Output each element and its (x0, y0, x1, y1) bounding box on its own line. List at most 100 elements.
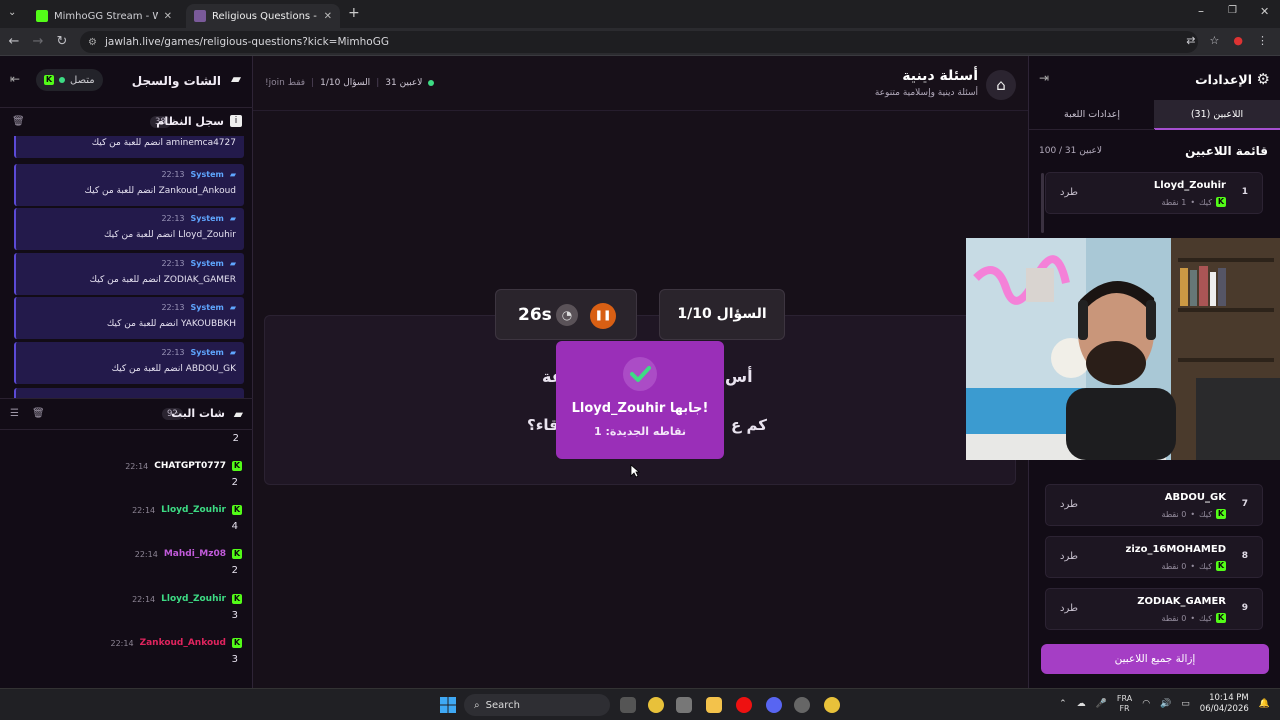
kick-player-button[interactable]: طرد (1060, 187, 1078, 198)
scrollbar[interactable] (1041, 173, 1044, 233)
game-main-area: ⌂ أسئلة دينية أسئلة دينية وإسلامية متنوع… (253, 56, 1028, 688)
tray-chevron-icon[interactable]: ⌃ (1059, 699, 1067, 709)
wifi-icon[interactable]: ◠ (1142, 699, 1150, 709)
tab-list-chevron-icon[interactable]: ⌄ (8, 7, 16, 18)
windows-taskbar: ⌕ Search ⌃ ☁ 🎤 FRA FR ◠ 🔊 ▭ 10:14 PM 06/… (0, 688, 1280, 720)
notification-bell-icon[interactable]: 🔔 (1259, 699, 1270, 709)
forward-icon[interactable]: → (30, 34, 46, 49)
chat-message: 22:14 Lloyd_Zouhir K 3 (10, 594, 242, 638)
taskbar-clock[interactable]: 10:14 PM 06/04/2026 (1200, 693, 1249, 715)
close-window-icon[interactable]: ✕ (1260, 5, 1269, 18)
mouse-cursor-icon (630, 464, 640, 478)
log-entry: 22:13 System ▰ Lloyd_Zouhir انضم للعبة من … (14, 208, 244, 250)
stream-chat-list[interactable]: 2 22:14 CHATGPT0777 K 2 22:14 Lloyd_Zouhir K… (0, 431, 253, 676)
kick-player-button[interactable]: طرد (1060, 603, 1078, 614)
clock-icon: ◔ (556, 304, 578, 326)
trash-icon[interactable]: 🗑 (32, 408, 45, 419)
tab-game[interactable]: Religious Questions - أسئلة دينية ✕ (186, 4, 340, 28)
chat-username[interactable]: Zankoud_Ankoud (140, 638, 226, 648)
taskbar-search[interactable]: ⌕ Search (464, 694, 610, 716)
chat-time: 22:14 (132, 594, 156, 604)
close-tab-icon[interactable]: ✕ (324, 11, 332, 22)
tab-game-settings[interactable]: إعدادات اللعبة (1029, 100, 1155, 130)
url-text: jawlah.live/games/religious-questions?ki… (104, 36, 390, 48)
kick-favicon-icon (36, 10, 48, 22)
stream-chat-title: شات البث (171, 407, 225, 420)
task-view-icon[interactable] (620, 697, 636, 713)
log-source: System (190, 303, 224, 312)
system-tray: ⌃ ☁ 🎤 FRA FR ◠ 🔊 ▭ 10:14 PM 06/04/2026 🔔 (1059, 693, 1270, 715)
filter-icon[interactable]: ☰ (10, 408, 19, 419)
player-list-count: 100 / 31 لاعبين (1039, 146, 1103, 156)
system-log-title[interactable]: سجل النظام (156, 115, 224, 128)
system-icon: ▰ (229, 170, 236, 179)
home-icon[interactable]: ⌂ (986, 70, 1016, 100)
kick-player-button[interactable]: طرد (1060, 551, 1078, 562)
kick-player-button[interactable]: طرد (1060, 499, 1078, 510)
player-points: 1 نقطة (1161, 197, 1187, 207)
extension-icon[interactable]: ● (1233, 34, 1243, 47)
mic-icon[interactable]: 🎤 (1096, 699, 1107, 709)
close-tab-icon[interactable]: ✕ (164, 11, 172, 22)
chat-log-panel: ⇤ K متصل الشات والسجل ▰ 🗑 38 سجل النظام … (0, 56, 253, 688)
clock-date: 06/04/2026 (1199, 704, 1249, 714)
bookmark-star-icon[interactable]: ☆ (1210, 34, 1220, 47)
back-icon[interactable]: ← (6, 34, 22, 49)
chat-username[interactable]: Lloyd_Zouhir (161, 594, 226, 604)
game-header: ⌂ أسئلة دينية أسئلة دينية وإسلامية متنوع… (253, 56, 1028, 111)
chat-bubble-icon: ▰ (233, 407, 243, 421)
timer-box: 26s ◔ ❚❚ (495, 289, 637, 340)
opera-icon[interactable] (736, 697, 752, 713)
collapse-panel-icon[interactable]: ⇥ (1039, 71, 1049, 85)
browser-tab-bar: ⌄ MimhoGG Stream - Watch Live ✕ Religiou… (0, 0, 1280, 28)
chat-username[interactable]: Lloyd_Zouhir (161, 505, 226, 515)
new-tab-button[interactable]: + (348, 5, 360, 21)
pause-button[interactable]: ❚❚ (590, 303, 616, 329)
battery-icon[interactable]: ▭ (1181, 699, 1190, 709)
volume-icon[interactable]: 🔊 (1160, 699, 1171, 709)
kick-icon: K (232, 638, 242, 648)
gear-icon: ⚙ (1256, 70, 1270, 88)
collapse-panel-icon[interactable]: ⇤ (10, 72, 20, 86)
chat-message-partial: 2 (232, 433, 239, 444)
reload-icon[interactable]: ↻ (54, 34, 70, 49)
tab-title: MimhoGG Stream - Watch Live (54, 10, 158, 22)
log-source: System (190, 214, 224, 223)
tab-stream[interactable]: MimhoGG Stream - Watch Live ✕ (28, 4, 180, 28)
join-hint: !join فقط (265, 78, 306, 88)
kick-icon: K (44, 75, 54, 85)
remove-all-players-button[interactable]: إزالة جميع اللاعبين (1041, 644, 1269, 674)
network-tray-icon[interactable]: ☁ (1077, 699, 1086, 709)
chrome-icon[interactable] (648, 697, 664, 713)
chrome-active-icon[interactable] (824, 697, 840, 713)
log-entry: 22:13 System ▰ ZODIAK_GAMER انضم للعبة من … (14, 253, 244, 295)
minimize-icon[interactable]: – (1198, 4, 1204, 18)
discord-icon[interactable] (766, 697, 782, 713)
trash-icon[interactable]: 🗑 (12, 116, 25, 127)
log-source: System (190, 170, 224, 179)
player-name: ZODIAK_GAMER (1137, 596, 1226, 607)
log-entry: 22:13 System ▰ YAKOUBBKH انضم للعبة من كيك (14, 297, 244, 339)
translate-icon[interactable]: ⇄ (1186, 34, 1195, 47)
question-text-end: كم ع (731, 416, 767, 434)
chat-text: 3 (231, 610, 238, 621)
language-indicator[interactable]: FRA FR (1117, 694, 1132, 714)
settings-app-icon[interactable] (794, 697, 810, 713)
url-field[interactable]: ⚙ jawlah.live/games/religious-questions?… (80, 31, 1198, 53)
log-message: Lloyd_Zouhir انضم للعبة من كيك (104, 230, 236, 240)
site-info-icon[interactable]: ⚙ (88, 37, 97, 48)
players-status: 31 لاعبين (385, 78, 423, 88)
system-log-list[interactable]: aminemca4727 انضم للعبة من كيك 22:13 Syst… (0, 136, 253, 398)
menu-dots-icon[interactable]: ⋮ (1257, 34, 1268, 47)
file-explorer-icon[interactable] (706, 697, 722, 713)
kick-icon: K (232, 594, 242, 604)
chat-username[interactable]: CHATGPT0777 (154, 461, 226, 471)
windows-start-icon[interactable] (440, 697, 456, 713)
kick-icon: K (1216, 561, 1226, 571)
snipping-icon[interactable] (676, 697, 692, 713)
player-row: 8 zizo_16MOHAMED K كيك • 0 نقطة طرد (1045, 536, 1263, 578)
chat-username[interactable]: Mahdi_Mz08 (164, 549, 226, 559)
tab-players[interactable]: اللاعبين (31) (1154, 100, 1280, 130)
system-icon: ▰ (229, 303, 236, 312)
maximize-icon[interactable]: ❐ (1228, 5, 1237, 16)
